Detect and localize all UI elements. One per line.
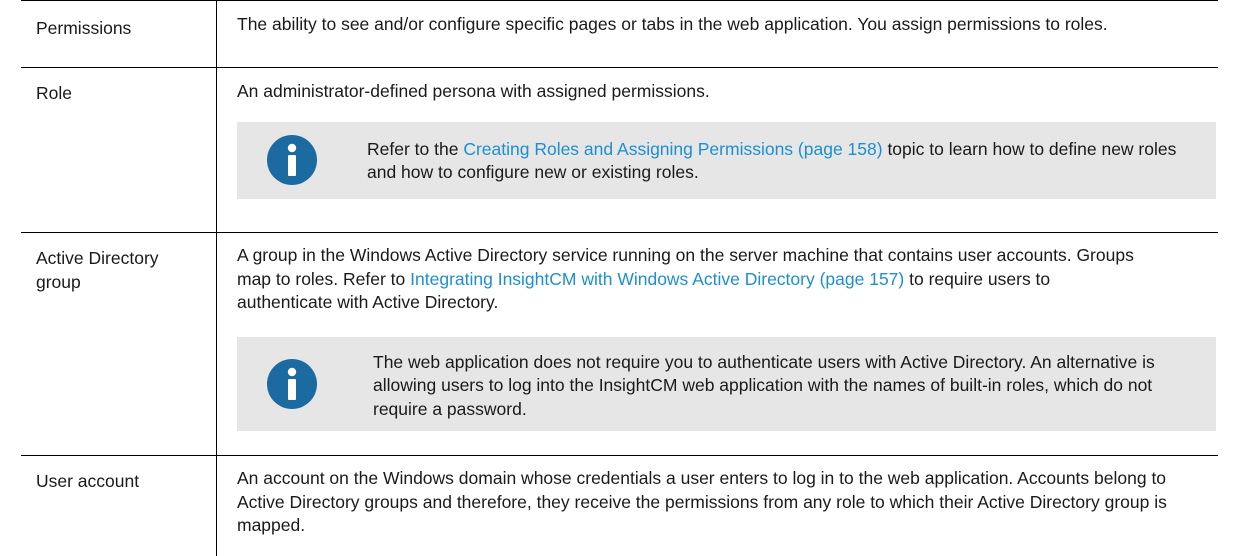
info-note: Refer to the Creating Roles and Assignin…	[237, 122, 1216, 199]
term-cell: User account	[21, 456, 217, 556]
info-icon-wrap	[237, 134, 347, 186]
definition-user-account: An account on the Windows domain whose c…	[217, 456, 1218, 538]
link-creating-roles[interactable]: Creating Roles and Assigning Permissions…	[463, 139, 882, 159]
table-row: Active Directory group A group in the Wi…	[21, 233, 1218, 456]
table-row: User account An account on the Windows d…	[21, 456, 1218, 556]
table-row: Permissions The ability to see and/or co…	[21, 1, 1218, 68]
definition-permissions: The ability to see and/or configure spec…	[217, 1, 1218, 37]
term-user-account: User account	[21, 456, 216, 494]
definition-cell: An account on the Windows domain whose c…	[217, 456, 1219, 556]
link-integrating-insightcm[interactable]: Integrating InsightCM with Windows Activ…	[410, 269, 904, 289]
info-icon	[266, 358, 318, 410]
glossary-table: Permissions The ability to see and/or co…	[21, 0, 1218, 556]
note-text-before: Refer to the	[367, 139, 463, 159]
definition-cell: An administrator-defined persona with as…	[217, 68, 1219, 233]
definition-active-directory-group: A group in the Windows Active Directory …	[217, 233, 1218, 315]
term-role: Role	[21, 68, 216, 106]
note-text: The web application does not require you…	[347, 337, 1216, 432]
term-cell: Active Directory group	[21, 233, 217, 456]
info-icon	[266, 134, 318, 186]
info-note: The web application does not require you…	[237, 337, 1216, 432]
term-active-directory-group: Active Directory group	[21, 233, 216, 294]
definition-cell: The ability to see and/or configure spec…	[217, 1, 1219, 68]
term-permissions: Permissions	[21, 1, 216, 41]
definition-cell: A group in the Windows Active Directory …	[217, 233, 1219, 456]
note-text-body: The web application does not require you…	[373, 352, 1155, 419]
note-text: Refer to the Creating Roles and Assignin…	[347, 122, 1216, 199]
info-icon-wrap	[237, 358, 347, 410]
definition-role: An administrator-defined persona with as…	[217, 68, 1218, 104]
table-row: Role An administrator-defined persona wi…	[21, 68, 1218, 233]
term-cell: Permissions	[21, 1, 217, 68]
term-cell: Role	[21, 68, 217, 233]
